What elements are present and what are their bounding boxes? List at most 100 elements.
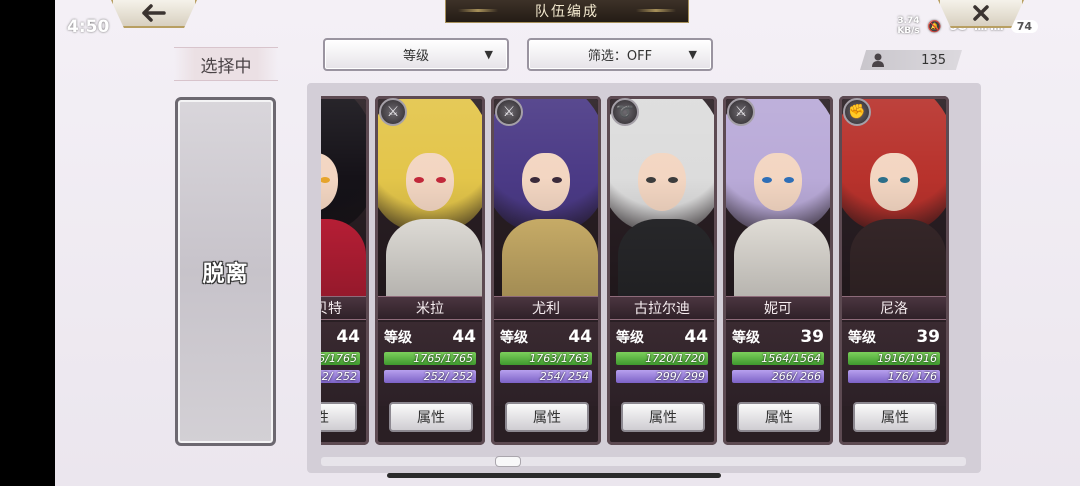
character-stats: 等级 44 1765/1765 252/ 252 (378, 322, 482, 406)
mute-icon: 🔕 (927, 19, 942, 33)
remove-from-party-button[interactable]: 脱离 (175, 97, 276, 446)
character-card[interactable]: ➰ 古拉尔迪 等级 44 1720/1720 299/ 299 属性 (607, 96, 717, 445)
portrait-shading (842, 99, 946, 296)
status-time: 4:50 (67, 17, 110, 37)
character-roster: ⚔ 薇尔贝特 等级 44 1765/1765 252/ 252 属性 (307, 83, 981, 473)
character-name: 妮可 (726, 296, 830, 320)
page-title: 队伍编成 (445, 0, 689, 23)
battery-level: 74 (1010, 19, 1038, 33)
hp-value: 1564/1564 (761, 352, 821, 365)
filter-dropdown[interactable]: 筛选：OFF ▼ (527, 38, 713, 71)
portrait-shading (726, 99, 830, 296)
close-button[interactable] (938, 0, 1024, 28)
arrow-left-icon (142, 4, 166, 22)
chevron-down-icon: ▼ (484, 48, 493, 61)
hp-bar: 1765/1765 (384, 352, 476, 365)
level-value: 44 (336, 327, 360, 347)
sword-icon: ⚔ (495, 98, 523, 126)
hp-bar: 1916/1916 (848, 352, 940, 365)
network-speed-unit: KB/s (897, 26, 920, 36)
roster-scrollbar[interactable] (321, 457, 966, 466)
level-row: 等级 39 (848, 326, 940, 348)
level-value: 39 (916, 327, 940, 347)
hp-bar: 1763/1763 (500, 352, 592, 365)
character-name: 尤利 (494, 296, 598, 320)
character-stats: 等级 44 1763/1763 254/ 254 (494, 322, 598, 406)
unit-count-badge: 135 (860, 50, 962, 70)
level-row: 等级 44 (384, 326, 476, 348)
system-home-indicator[interactable] (387, 473, 721, 478)
character-name: 米拉 (378, 296, 482, 320)
character-name: 尼洛 (842, 296, 946, 320)
level-label: 等级 (384, 330, 412, 346)
character-portrait (321, 99, 366, 296)
hp-bar: 1564/1564 (732, 352, 824, 365)
mp-bar: 254/ 254 (500, 370, 592, 383)
level-label: 等级 (848, 330, 876, 346)
back-button[interactable] (111, 0, 197, 28)
character-portrait (494, 99, 598, 296)
unit-count: 135 (921, 52, 946, 68)
attributes-button[interactable]: 属性 (853, 402, 937, 432)
level-row: 等级 44 (321, 326, 360, 348)
character-card[interactable]: ⚔ 薇尔贝特 等级 44 1765/1765 252/ 252 属性 (321, 96, 369, 445)
character-card[interactable]: ✊ 尼洛 等级 39 1916/1916 176/ 176 属性 (839, 96, 949, 445)
portrait-shading (610, 99, 714, 296)
character-portrait (378, 99, 482, 296)
hp-value: 1763/1763 (529, 352, 589, 365)
filter-label: 筛选：OFF (587, 49, 653, 64)
attributes-button[interactable]: 属性 (389, 402, 473, 432)
mp-value: 252/ 252 (321, 370, 357, 383)
mp-value: 266/ 266 (771, 370, 821, 383)
character-stats: 等级 39 1916/1916 176/ 176 (842, 322, 946, 406)
hp-bar: 1765/1765 (321, 352, 360, 365)
mp-bar: 299/ 299 (616, 370, 708, 383)
level-value: 39 (800, 327, 824, 347)
attributes-button[interactable]: 属性 (505, 402, 589, 432)
hp-bar: 1720/1720 (616, 352, 708, 365)
character-card[interactable]: ⚔ 米拉 等级 44 1765/1765 252/ 252 属性 (375, 96, 485, 445)
fist-icon: ✊ (843, 98, 871, 126)
portrait-shading (378, 99, 482, 296)
character-portrait (726, 99, 830, 296)
character-card[interactable]: ⚔ 尤利 等级 44 1763/1763 254/ 254 属性 (491, 96, 601, 445)
network-speed: 3.74 KB/s (897, 16, 919, 36)
mp-bar: 252/ 252 (321, 370, 360, 383)
level-row: 等级 44 (616, 326, 708, 348)
mp-value: 176/ 176 (887, 370, 937, 383)
sort-dropdown[interactable]: 等级 ▼ (323, 38, 509, 71)
character-name: 古拉尔迪 (610, 296, 714, 320)
portrait-shading (494, 99, 598, 296)
sort-label: 等级 (402, 49, 429, 64)
attributes-button[interactable]: 属性 (321, 402, 357, 432)
roster-viewport[interactable]: ⚔ 薇尔贝特 等级 44 1765/1765 252/ 252 属性 (321, 94, 966, 448)
character-stats: 等级 44 1720/1720 299/ 299 (610, 322, 714, 406)
level-row: 等级 44 (500, 326, 592, 348)
close-icon (973, 5, 989, 21)
sword-icon: ⚔ (727, 98, 755, 126)
level-label: 等级 (616, 330, 644, 346)
network-speed-value: 3.74 (897, 16, 920, 26)
whip-icon: ➰ (611, 98, 639, 126)
hp-value: 1916/1916 (877, 352, 937, 365)
roster-scroll-thumb[interactable] (495, 456, 521, 467)
attributes-button[interactable]: 属性 (737, 402, 821, 432)
character-name: 薇尔贝特 (321, 296, 366, 320)
mp-value: 252/ 252 (423, 370, 473, 383)
level-row: 等级 39 (732, 326, 824, 348)
hp-value: 1765/1765 (413, 352, 473, 365)
mp-value: 254/ 254 (539, 370, 589, 383)
level-label: 等级 (732, 330, 760, 346)
level-value: 44 (452, 327, 476, 347)
hp-value: 1720/1720 (645, 352, 705, 365)
attributes-button[interactable]: 属性 (621, 402, 705, 432)
character-portrait (842, 99, 946, 296)
sword-icon: ⚔ (379, 98, 407, 126)
game-screen: 4:50 3.74 KB/s 🔕 5G .ıll .ıll 74 队伍编成 等级… (55, 0, 1080, 486)
level-label: 等级 (500, 330, 528, 346)
portrait-shading (321, 99, 366, 296)
mp-bar: 176/ 176 (848, 370, 940, 383)
level-value: 44 (568, 327, 592, 347)
hp-value: 1765/1765 (321, 352, 357, 365)
character-card[interactable]: ⚔ 妮可 等级 39 1564/1564 266/ 266 属性 (723, 96, 833, 445)
